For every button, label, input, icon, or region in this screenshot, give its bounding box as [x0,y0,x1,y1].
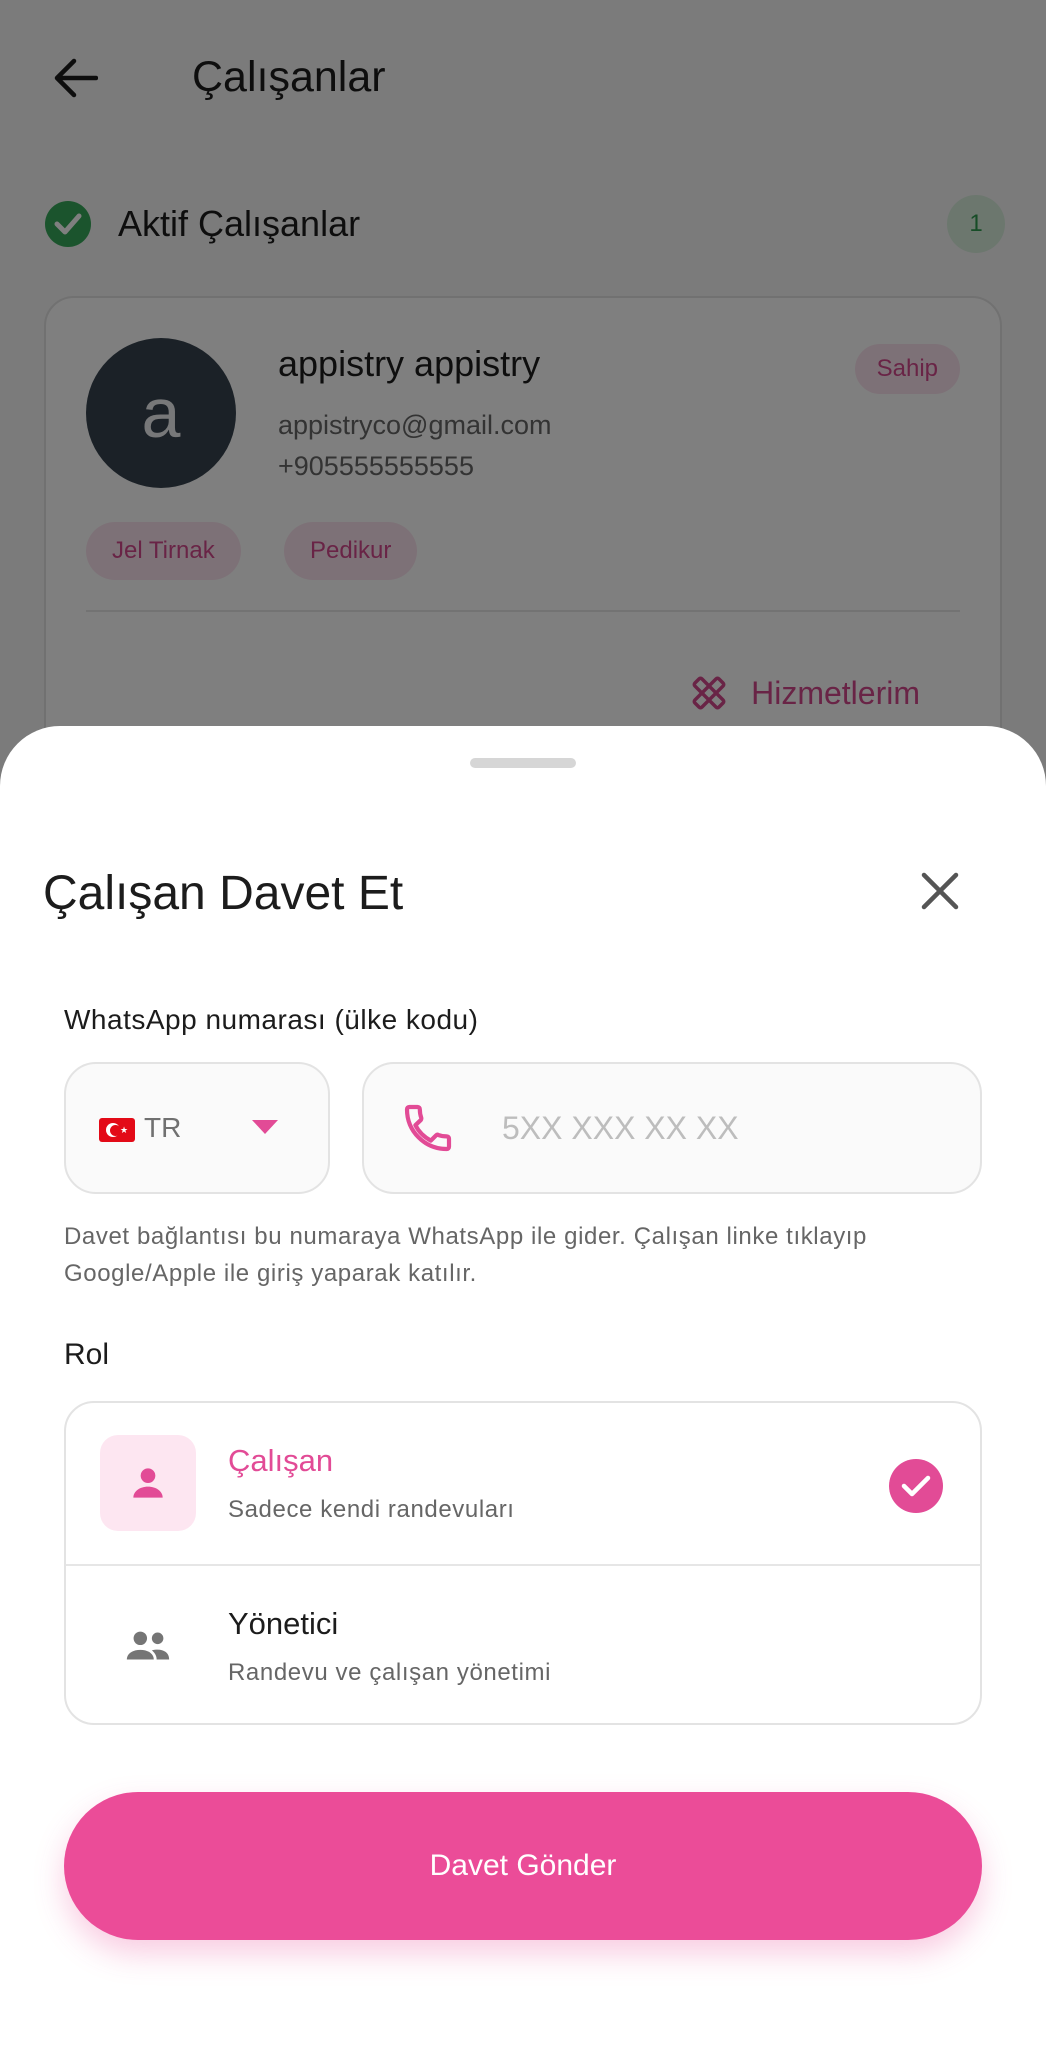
send-invite-button[interactable]: Davet Gönder [64,1792,982,1940]
person-icon [100,1435,196,1531]
helper-text: Davet bağlantısı bu numaraya WhatsApp il… [64,1223,868,1287]
invite-bottom-sheet: Çalışan Davet Et WhatsApp numarası (ülke… [0,726,1046,2048]
country-code-select[interactable]: ★ TR [64,1062,330,1194]
role-option-yonetici[interactable]: Yönetici Randevu ve çalışan yönetimi [66,1566,980,1723]
dropdown-arrow-icon [252,1120,278,1134]
role-description: Sadece kendi randevuları [228,1496,515,1523]
phone-icon [404,1104,452,1152]
role-title: Yönetici [228,1606,339,1641]
people-icon [100,1598,196,1694]
sheet-title: Çalışan Davet Et [43,867,404,920]
role-title: Çalışan [228,1443,334,1478]
role-description: Randevu ve çalışan yönetimi [228,1659,552,1686]
phone-field[interactable] [362,1062,982,1194]
whatsapp-label: WhatsApp numarası (ülke kodu) [64,1004,479,1035]
role-option-calisan[interactable]: Çalışan Sadece kendi randevuları [66,1403,980,1564]
drag-handle[interactable] [470,758,576,768]
role-label: Rol [64,1338,110,1371]
turkey-flag-icon: ★ [99,1118,135,1142]
close-button[interactable] [905,856,975,926]
phone-input[interactable] [502,1100,942,1156]
selected-check-icon [889,1459,943,1513]
role-selector: Çalışan Sadece kendi randevuları Yönetic… [64,1401,982,1725]
country-code: TR [144,1112,182,1143]
close-icon [921,872,959,910]
